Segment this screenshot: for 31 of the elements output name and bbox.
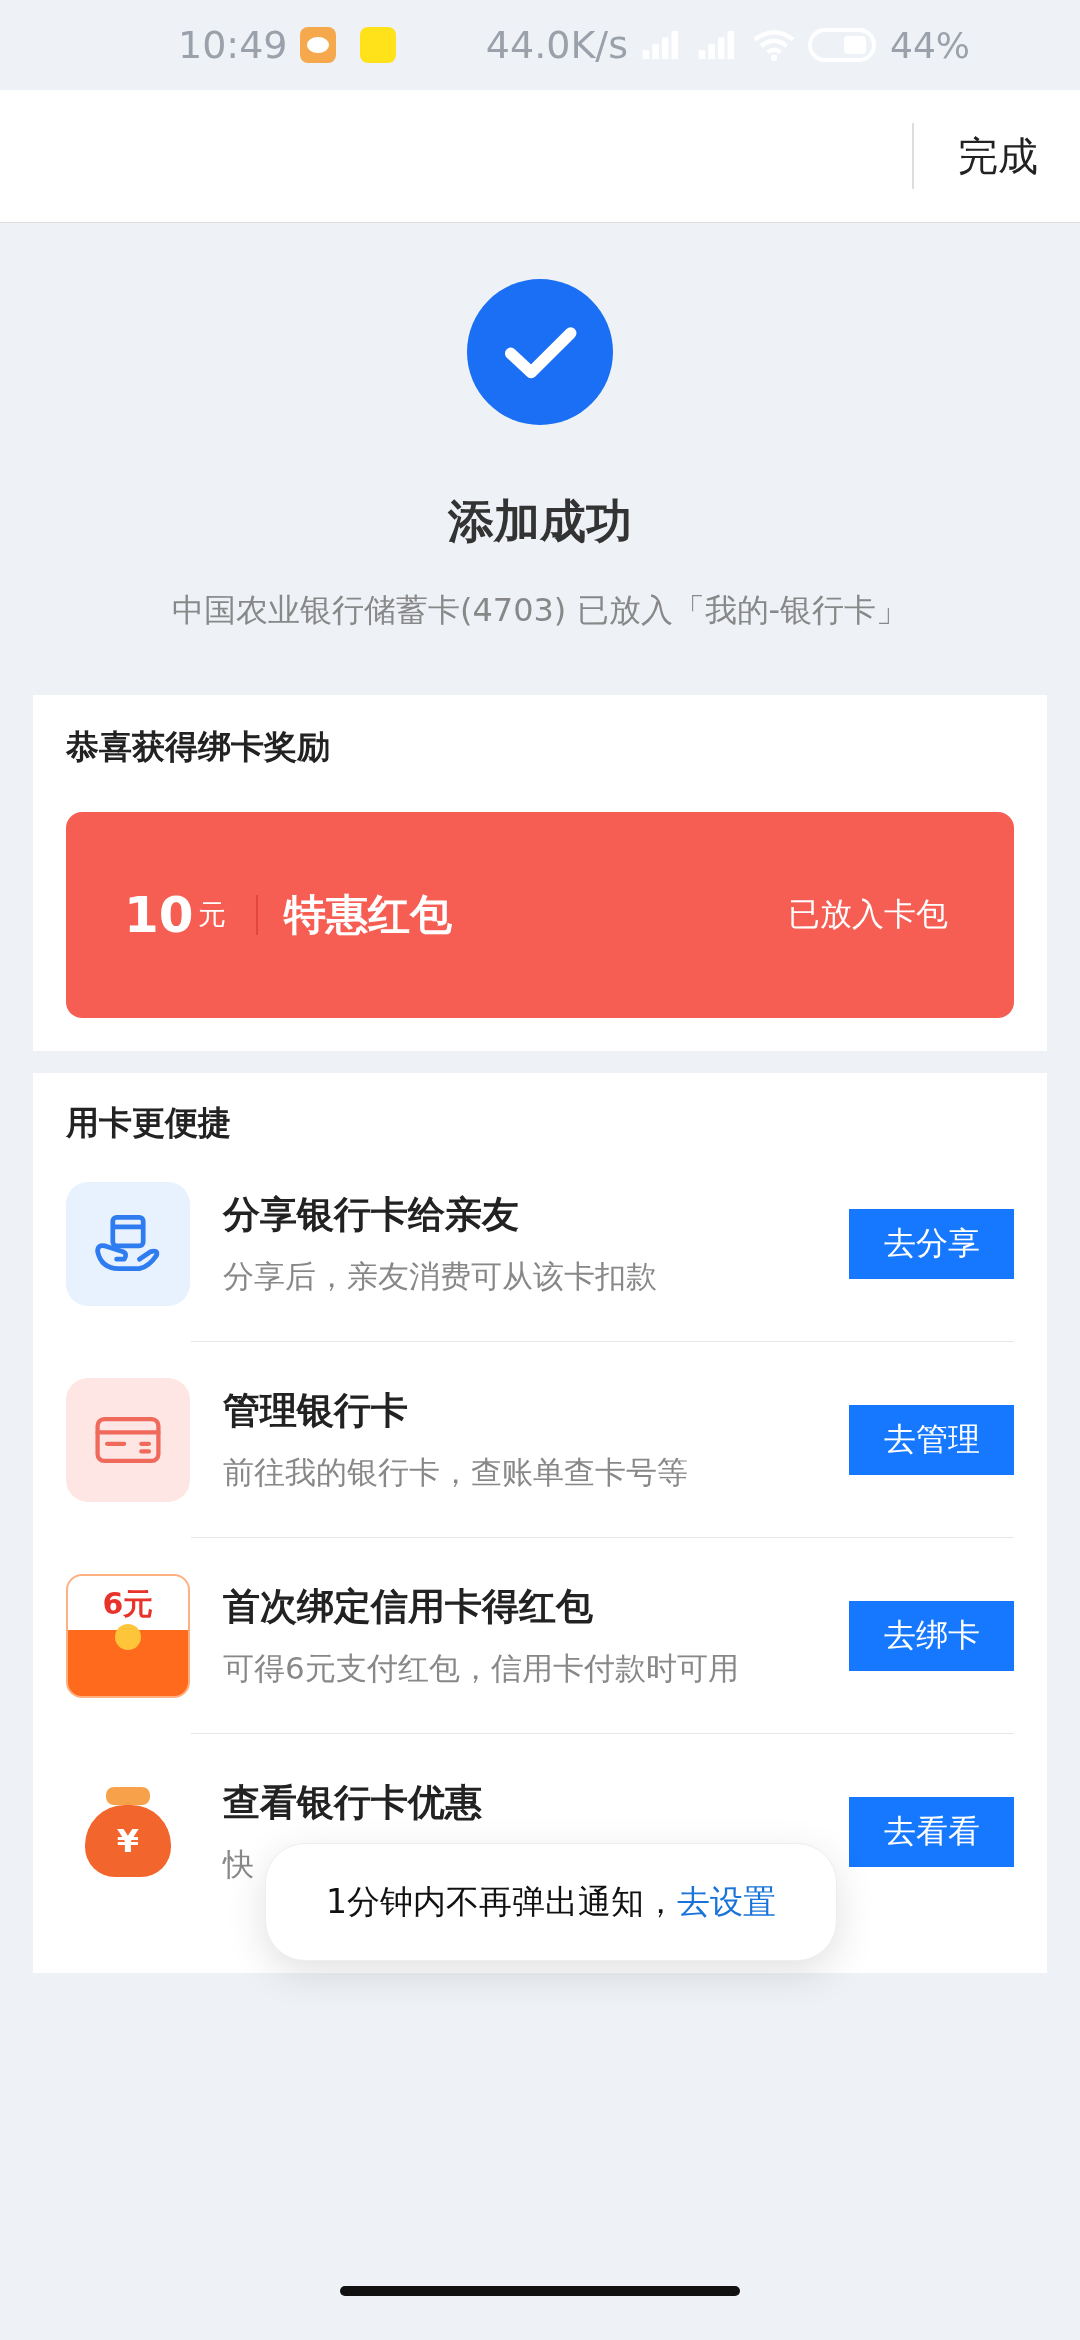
section-title: 恭喜获得绑卡奖励 <box>66 726 331 768</box>
success-message: 中国农业银行储蓄卡(4703) 已放入「我的-银行卡」 <box>171 590 909 631</box>
envelope-icon: 6元 <box>66 1574 190 1698</box>
action-button[interactable]: 去分享 <box>849 1209 1014 1279</box>
action-button[interactable]: 去看看 <box>849 1797 1014 1867</box>
item-title: 查看银行卡优惠 <box>223 1780 483 1826</box>
reward-amount: 10 <box>124 886 194 944</box>
item-subtitle: 分享后，亲友消费可从该卡扣款 <box>223 1257 658 1296</box>
reward-name: 特惠红包 <box>283 889 452 941</box>
battery-level: 44% <box>890 24 970 66</box>
item-subtitle: 可得6元支付红包，信用卡付款时可用 <box>223 1649 740 1688</box>
item-title: 管理银行卡 <box>223 1388 409 1434</box>
success-title: 添加成功 <box>448 493 632 550</box>
item-title: 首次绑定信用卡得红包 <box>223 1584 594 1630</box>
message-icon <box>299 27 336 63</box>
settings-link[interactable]: 去设置 <box>677 1879 776 1925</box>
action-button[interactable]: 去管理 <box>849 1405 1014 1475</box>
done-button[interactable]: 完成 <box>914 128 1080 184</box>
action-button[interactable]: 去绑卡 <box>849 1601 1014 1671</box>
item-subtitle: 快 <box>223 1845 255 1884</box>
reward-status: 已放入卡包 <box>788 894 948 935</box>
network-speed: 44.0K/s <box>485 23 628 67</box>
toast-message: 1分钟内不再弹出通知， <box>326 1880 677 1923</box>
reward-unit: 元 <box>197 897 226 933</box>
card-icon <box>66 1378 190 1502</box>
item-subtitle: 前往我的银行卡，查账单查卡号等 <box>223 1453 689 1492</box>
section-title: 用卡更便捷 <box>66 1102 232 1144</box>
hand-card-icon <box>66 1182 190 1306</box>
item-title: 分享银行卡给亲友 <box>223 1192 520 1238</box>
status-time: 10:49 <box>178 23 288 67</box>
check-icon <box>467 279 613 425</box>
